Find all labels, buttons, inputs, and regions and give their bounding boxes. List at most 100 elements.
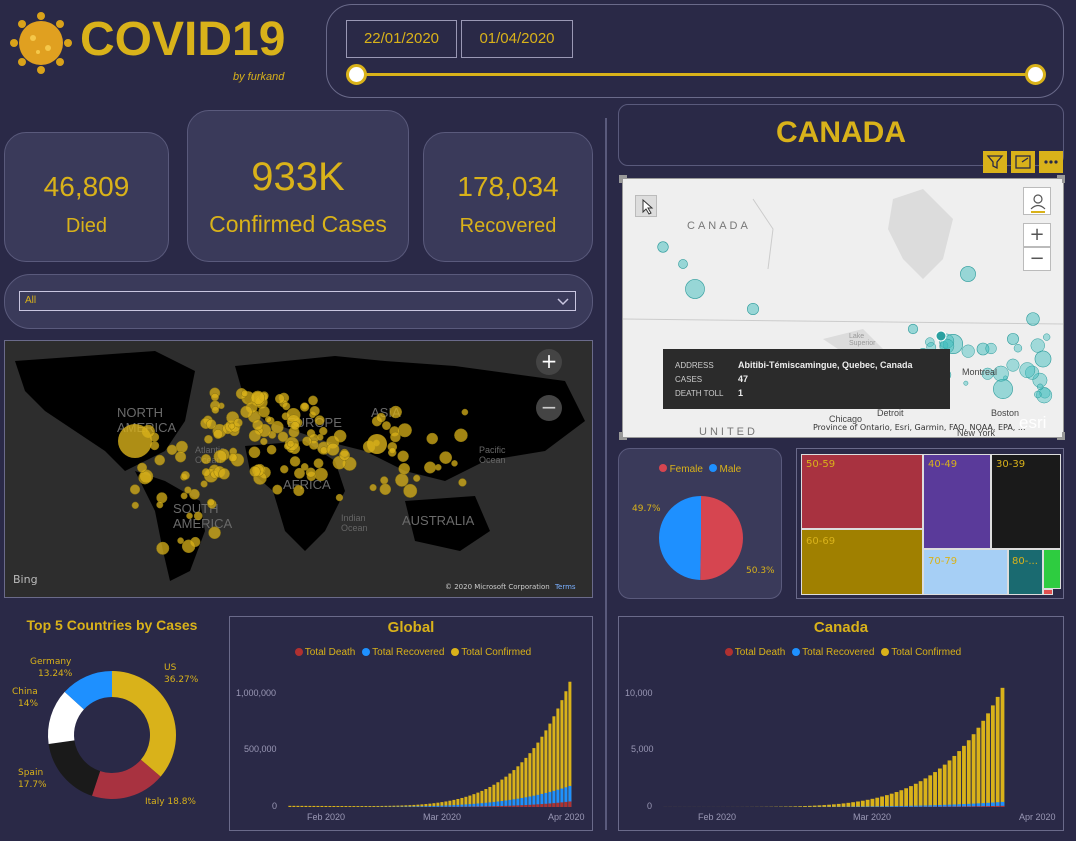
country-bubble[interactable] bbox=[180, 471, 190, 480]
bar-recovered[interactable] bbox=[436, 805, 440, 807]
country-bubble[interactable] bbox=[380, 476, 389, 485]
bar-confirmed[interactable] bbox=[831, 804, 836, 807]
country-bubble-us[interactable] bbox=[118, 424, 152, 458]
bar-recovered[interactable] bbox=[432, 805, 436, 807]
country-bubble[interactable] bbox=[131, 501, 139, 509]
donut-slice-spain[interactable] bbox=[48, 740, 101, 796]
date-slider-start-handle[interactable] bbox=[346, 64, 367, 85]
zoom-out-button[interactable]: − bbox=[536, 395, 562, 421]
country-bubble[interactable] bbox=[211, 406, 220, 414]
country-bubble[interactable] bbox=[326, 442, 340, 456]
country-bubble[interactable] bbox=[309, 405, 320, 417]
province-bubble[interactable] bbox=[993, 379, 1013, 399]
selected-bubble[interactable] bbox=[935, 330, 947, 342]
bar-confirmed[interactable] bbox=[380, 805, 384, 807]
bar-confirmed[interactable] bbox=[793, 806, 798, 807]
focus-mode-icon[interactable] bbox=[1011, 151, 1035, 173]
bar-confirmed[interactable] bbox=[836, 803, 841, 807]
bar-confirmed[interactable] bbox=[807, 805, 812, 807]
bar-confirmed[interactable] bbox=[328, 805, 332, 807]
bar-confirmed[interactable] bbox=[884, 795, 889, 807]
bar-confirmed[interactable] bbox=[846, 802, 851, 807]
bar-confirmed[interactable] bbox=[827, 804, 831, 807]
country-bubble[interactable] bbox=[389, 405, 402, 419]
province-bubble[interactable] bbox=[747, 303, 759, 315]
zoom-in-button[interactable]: + bbox=[536, 349, 562, 375]
province-bubble[interactable] bbox=[960, 266, 976, 282]
pie-slice-female[interactable] bbox=[700, 496, 743, 580]
bar-recovered[interactable] bbox=[460, 804, 464, 807]
bar-recovered[interactable] bbox=[899, 805, 904, 807]
treemap-cell-50-59[interactable]: 50-59 bbox=[801, 454, 923, 529]
bar-confirmed[interactable] bbox=[904, 788, 909, 807]
country-bubble[interactable] bbox=[424, 461, 437, 474]
bar-death[interactable] bbox=[540, 804, 544, 807]
country-bubble[interactable] bbox=[174, 451, 187, 463]
bar-confirmed[interactable] bbox=[923, 778, 928, 807]
bar-confirmed[interactable] bbox=[894, 792, 899, 807]
bar-confirmed[interactable] bbox=[966, 740, 971, 807]
bar-death[interactable] bbox=[516, 805, 520, 807]
country-dropdown[interactable]: All bbox=[19, 291, 576, 311]
country-bubble[interactable] bbox=[228, 453, 238, 463]
bar-recovered[interactable] bbox=[894, 806, 899, 807]
bar-confirmed[interactable] bbox=[947, 760, 952, 807]
bar-death[interactable] bbox=[981, 806, 986, 807]
bar-confirmed[interactable] bbox=[952, 755, 957, 807]
bar-confirmed[interactable] bbox=[851, 802, 856, 807]
country-bubble[interactable] bbox=[454, 428, 468, 443]
country-bubble[interactable] bbox=[233, 418, 243, 428]
country-bubble[interactable] bbox=[403, 483, 418, 498]
country-bubble[interactable] bbox=[252, 419, 264, 431]
bar-recovered[interactable] bbox=[870, 806, 875, 807]
bar-confirmed[interactable] bbox=[788, 806, 793, 807]
treemap-cell-green[interactable] bbox=[1043, 549, 1061, 589]
bar-death[interactable] bbox=[528, 804, 532, 807]
country-bubble[interactable] bbox=[319, 446, 328, 455]
country-bubble[interactable] bbox=[280, 465, 289, 474]
country-bubble[interactable] bbox=[249, 465, 261, 477]
filter-icon[interactable] bbox=[983, 151, 1007, 173]
country-bubble[interactable] bbox=[240, 405, 253, 419]
country-bubble[interactable] bbox=[339, 449, 351, 461]
canada-bars[interactable] bbox=[663, 677, 1053, 807]
bar-confirmed[interactable] bbox=[937, 768, 942, 807]
terms-link[interactable]: Terms bbox=[555, 583, 576, 591]
bar-recovered[interactable] bbox=[444, 805, 448, 807]
province-bubble[interactable] bbox=[907, 323, 919, 335]
country-bubble[interactable] bbox=[213, 449, 227, 464]
bar-confirmed[interactable] bbox=[360, 806, 364, 807]
province-bubble[interactable] bbox=[1007, 333, 1019, 345]
province-bubble[interactable] bbox=[1034, 350, 1052, 368]
country-bubble[interactable] bbox=[213, 429, 223, 439]
bar-recovered[interactable] bbox=[420, 806, 424, 807]
country-bubble[interactable] bbox=[271, 420, 284, 434]
bar-death[interactable] bbox=[544, 803, 548, 807]
bar-recovered[interactable] bbox=[464, 804, 468, 807]
bar-recovered[interactable] bbox=[428, 806, 432, 807]
bar-recovered[interactable] bbox=[412, 806, 416, 807]
bar-death[interactable] bbox=[500, 805, 504, 807]
bar-death[interactable] bbox=[962, 806, 966, 807]
treemap-cell-70-79[interactable]: 70-79 bbox=[923, 549, 1008, 595]
treemap-cell-40-49[interactable]: 40-49 bbox=[923, 454, 991, 549]
country-bubble[interactable] bbox=[398, 463, 410, 475]
bar-death[interactable] bbox=[492, 806, 496, 807]
more-options-icon[interactable] bbox=[1039, 151, 1063, 173]
province-bubble[interactable] bbox=[985, 342, 997, 355]
bar-recovered[interactable] bbox=[884, 806, 889, 807]
bar-confirmed[interactable] bbox=[292, 805, 296, 807]
bar-confirmed[interactable] bbox=[942, 764, 947, 807]
bar-confirmed[interactable] bbox=[798, 806, 803, 807]
country-bubble[interactable] bbox=[308, 395, 318, 406]
country-bubble[interactable] bbox=[241, 389, 249, 397]
bar-recovered[interactable] bbox=[865, 806, 870, 807]
bar-recovered[interactable] bbox=[889, 806, 894, 807]
bar-confirmed[interactable] bbox=[899, 790, 904, 807]
bar-death[interactable] bbox=[480, 806, 484, 807]
country-bubble[interactable] bbox=[319, 426, 328, 436]
country-bubble[interactable] bbox=[302, 436, 312, 446]
bar-confirmed[interactable] bbox=[364, 806, 368, 807]
province-bubble[interactable] bbox=[678, 259, 688, 269]
bar-confirmed[interactable] bbox=[308, 805, 312, 807]
